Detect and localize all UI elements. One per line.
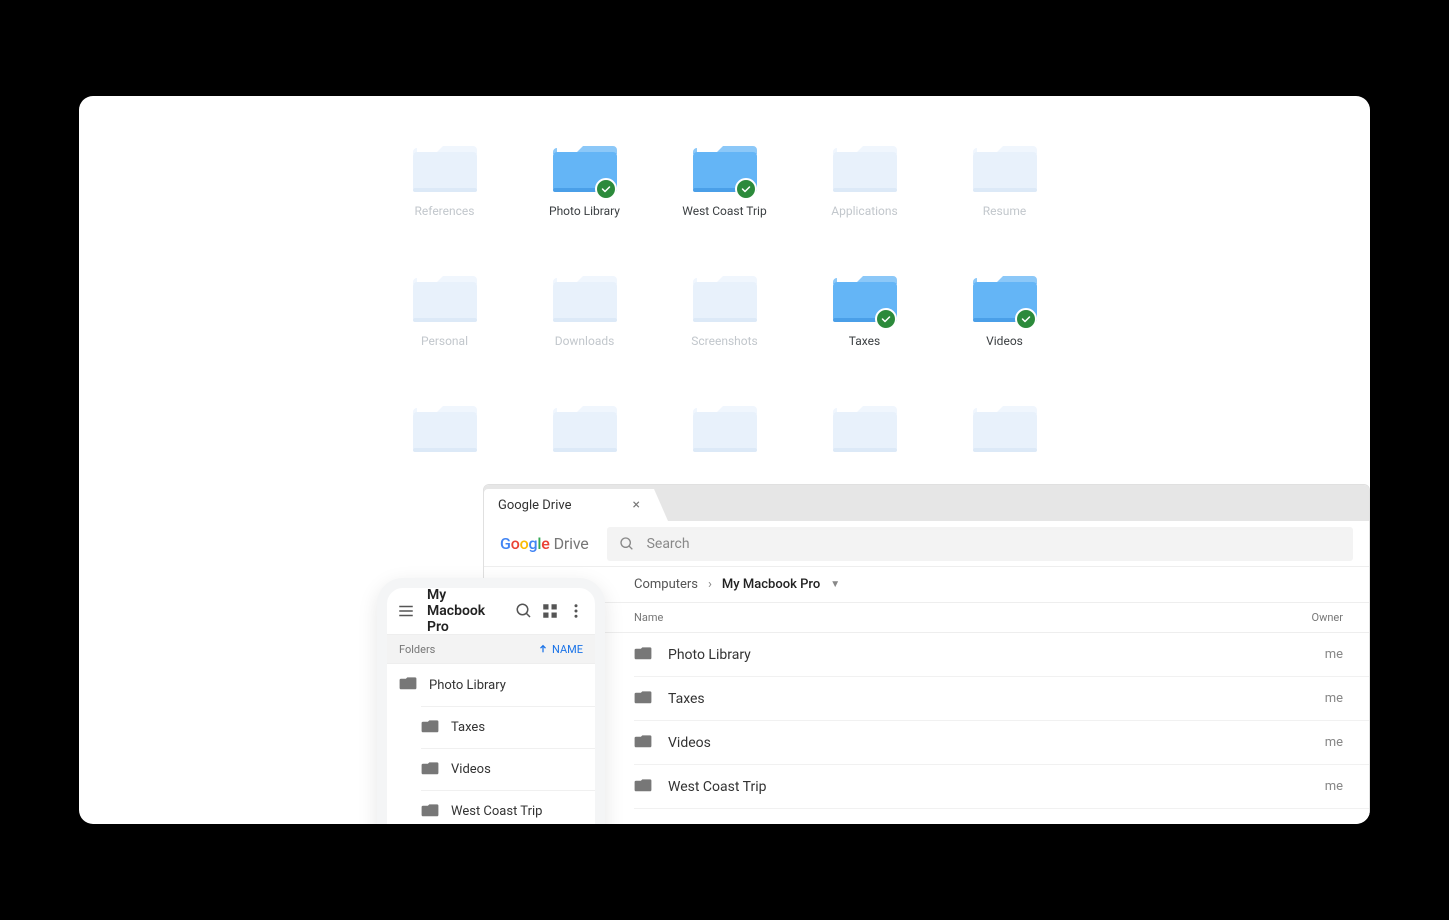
chevron-right-icon: › (708, 577, 712, 592)
sync-check-icon (735, 178, 757, 200)
folder-label: Photo Library (549, 204, 620, 218)
list-item-label: Taxes (451, 720, 485, 735)
sync-check-icon (1015, 308, 1037, 330)
phone-section-label: Folders (399, 643, 435, 656)
search-placeholder: Search (647, 536, 690, 552)
folder-label: West Coast Trip (682, 204, 766, 218)
folder-icon (634, 690, 654, 708)
sort-label: NAME (552, 643, 583, 656)
folder-icon (634, 734, 654, 752)
folder-icon (421, 761, 439, 779)
row-name: Taxes (668, 691, 1273, 707)
browser-tab-bar: Google Drive × (484, 485, 1369, 521)
desktop-folder[interactable]: References (375, 140, 515, 270)
desktop-folder[interactable]: West Coast Trip (655, 140, 795, 270)
table-row[interactable]: Taxes me (634, 677, 1369, 721)
table-row[interactable]: West Coast Trip me (634, 765, 1369, 809)
row-name: Photo Library (668, 647, 1273, 663)
browser-window: Google Drive × GoogleDrive Search Comput… (483, 484, 1370, 824)
arrow-up-icon (538, 644, 548, 654)
row-owner: me (1273, 647, 1343, 662)
list-item[interactable]: West Coast Trip (421, 790, 595, 824)
sync-check-icon (875, 308, 897, 330)
breadcrumb-root[interactable]: Computers (634, 577, 698, 592)
folder-label: Resume (983, 204, 1026, 218)
desktop-folder-grid: References Photo Library West Coast Trip… (375, 140, 1075, 530)
row-name: West Coast Trip (668, 779, 1273, 795)
folder-label: Screenshots (691, 334, 757, 348)
close-icon[interactable]: × (633, 498, 640, 512)
desktop-folder[interactable]: Resume (935, 140, 1075, 270)
folder-icon (399, 676, 417, 694)
folder-label: Personal (421, 334, 468, 348)
row-name: Videos (668, 735, 1273, 751)
sort-button[interactable]: NAME (538, 643, 583, 656)
desktop-folder[interactable]: Downloads (515, 270, 655, 400)
sync-check-icon (595, 178, 617, 200)
desktop-folder[interactable]: Videos (935, 270, 1075, 400)
column-owner[interactable]: Owner (1273, 611, 1343, 624)
folder-label: Downloads (555, 334, 615, 348)
row-owner: me (1273, 691, 1343, 706)
browser-tab-title: Google Drive (498, 498, 571, 513)
table-row[interactable]: Videos me (634, 721, 1369, 765)
phone-subheader: Folders NAME (387, 634, 595, 664)
folder-icon (421, 719, 439, 737)
folder-label: Taxes (849, 334, 880, 348)
google-drive-logo: GoogleDrive (500, 534, 589, 553)
browser-tab[interactable]: Google Drive × (484, 489, 654, 521)
list-item[interactable]: Photo Library (387, 664, 595, 706)
row-owner: me (1273, 779, 1343, 794)
chevron-down-icon[interactable]: ▼ (830, 579, 840, 590)
search-icon (619, 536, 635, 552)
desktop-folder[interactable]: Applications (795, 140, 935, 270)
list-item[interactable]: Videos (421, 748, 595, 790)
desktop-folder[interactable]: Taxes (795, 270, 935, 400)
desktop-folder[interactable]: Personal (375, 270, 515, 400)
row-owner: me (1273, 735, 1343, 750)
folder-icon (634, 778, 654, 796)
phone-file-list: Photo Library Taxes Videos West Coast Trip (387, 664, 595, 824)
table-row[interactable]: Photo Library me (634, 633, 1369, 677)
folder-label: Videos (986, 334, 1023, 348)
search-icon[interactable] (515, 602, 533, 620)
list-item-label: West Coast Trip (451, 804, 542, 819)
search-input[interactable]: Search (607, 527, 1353, 561)
folder-icon (634, 646, 654, 664)
list-item[interactable]: Taxes (421, 706, 595, 748)
grid-view-icon[interactable] (541, 602, 559, 620)
list-item-label: Photo Library (429, 678, 506, 693)
folder-label: Applications (831, 204, 897, 218)
column-name[interactable]: Name (634, 611, 1273, 624)
folder-icon (421, 803, 439, 821)
phone-mockup: My Macbook Pro Folders NAME Photo Librar… (377, 578, 605, 824)
folder-label: References (415, 204, 475, 218)
browser-toolbar: GoogleDrive Search (484, 521, 1369, 567)
file-list: Photo Library me Taxes me Videos me West… (484, 633, 1369, 809)
breadcrumb: Computers › My Macbook Pro ▼ (484, 567, 1369, 603)
desktop-folder[interactable]: Photo Library (515, 140, 655, 270)
desktop-folder[interactable]: Screenshots (655, 270, 795, 400)
phone-title: My Macbook Pro (427, 587, 507, 635)
table-header: Name Owner (484, 603, 1369, 633)
canvas: References Photo Library West Coast Trip… (79, 96, 1370, 824)
phone-toolbar: My Macbook Pro (387, 588, 595, 634)
breadcrumb-current[interactable]: My Macbook Pro (722, 577, 820, 592)
menu-icon[interactable] (397, 602, 415, 620)
list-item-label: Videos (451, 762, 491, 777)
more-icon[interactable] (567, 602, 585, 620)
